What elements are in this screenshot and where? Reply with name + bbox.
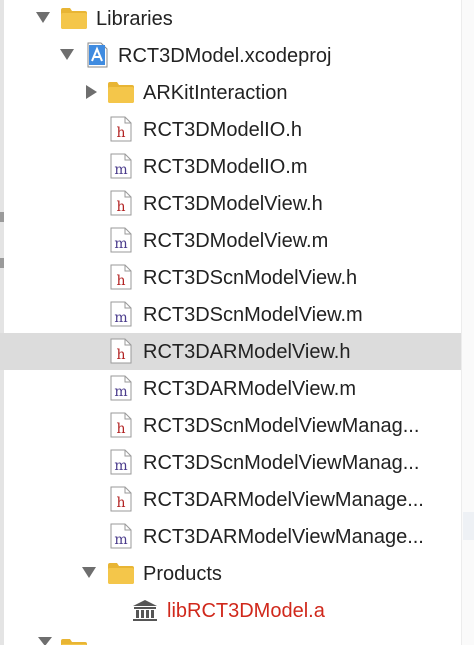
m-file-icon: m xyxy=(110,227,132,258)
h-file-icon: h xyxy=(110,116,132,147)
svg-text:m: m xyxy=(114,162,127,178)
tree-row-file[interactable]: m RCT3DScnModelView.m xyxy=(0,296,462,333)
tree-item-label: RCT3DARModelView.h xyxy=(143,341,351,363)
m-file-icon: m xyxy=(110,523,132,554)
tree-item-label: RCT3DModel.xcodeproj xyxy=(118,45,332,67)
disclosure-open-icon[interactable] xyxy=(36,12,50,23)
svg-text:m: m xyxy=(114,532,127,548)
disclosure-closed-icon xyxy=(38,637,52,645)
tree-row-file[interactable]: m RCT3DARModelViewManage... xyxy=(0,518,462,555)
tree-row-file[interactable]: h RCT3DScnModelViewManag... xyxy=(0,407,462,444)
h-file-icon: h xyxy=(110,264,132,295)
svg-text:h: h xyxy=(116,125,125,141)
svg-text:m: m xyxy=(114,236,127,252)
tree-row-rct3dmodel-xcodeproj[interactable]: RCT3DModel.xcodeproj xyxy=(0,37,462,74)
tree-row-libraries[interactable]: Libraries xyxy=(0,0,462,37)
svg-text:h: h xyxy=(116,421,125,437)
tree-item-label: RCT3DScnModelViewManag... xyxy=(143,415,420,437)
disclosure-open-icon[interactable] xyxy=(82,567,96,578)
tree-row-products[interactable]: Products xyxy=(0,555,462,592)
m-file-icon: m xyxy=(110,301,132,332)
tree-row-file-selected[interactable]: h RCT3DARModelView.h xyxy=(0,333,462,370)
tree-row-file[interactable]: h RCT3DModelView.h xyxy=(0,185,462,222)
tree-row-file[interactable]: m RCT3DARModelView.m xyxy=(0,370,462,407)
tree-item-label: RCT3DARModelView.m xyxy=(143,378,357,400)
xcodeproj-icon xyxy=(86,42,108,73)
tree-row-arkitinteraction[interactable]: ARKitInteraction xyxy=(0,74,462,111)
svg-text:h: h xyxy=(116,273,125,289)
m-file-icon: m xyxy=(110,449,132,480)
folder-icon xyxy=(107,561,135,590)
svg-text:m: m xyxy=(114,458,127,474)
disclosure-closed-icon[interactable] xyxy=(86,85,97,99)
svg-text:h: h xyxy=(116,495,125,511)
edge-tab xyxy=(463,512,474,540)
tree-item-label: RCT3DScnModelView.h xyxy=(143,267,358,289)
tree-item-label: RCT3DScnModelView.m xyxy=(143,304,363,326)
tree-row-file[interactable]: m RCT3DScnModelViewManag... xyxy=(0,444,462,481)
folder-icon xyxy=(107,80,135,109)
svg-text:h: h xyxy=(116,347,125,363)
svg-text:m: m xyxy=(114,384,127,400)
tree-item-label: libRCT3DModel.a xyxy=(167,600,325,622)
tree-item-label: ARKitInteraction xyxy=(143,82,288,104)
right-pane-edge xyxy=(461,0,474,645)
tree-item-label: RCT3DModelIO.h xyxy=(143,119,302,141)
library-icon xyxy=(131,598,159,627)
tree-item-label: Products xyxy=(143,563,222,585)
m-file-icon: m xyxy=(110,375,132,406)
tree-item-label: RCT3DScnModelViewManag... xyxy=(143,452,420,474)
tree-item-label: RCT3DARModelViewManage... xyxy=(143,526,424,548)
h-file-icon: h xyxy=(110,486,132,517)
tree-item-label: RCT3DARModelViewManage... xyxy=(143,489,424,511)
h-file-icon: h xyxy=(110,412,132,443)
h-file-icon: h xyxy=(110,338,132,369)
tree-row-file[interactable]: h RCT3DModelIO.h xyxy=(0,111,462,148)
folder-icon xyxy=(60,637,88,645)
svg-text:h: h xyxy=(116,199,125,215)
m-file-icon: m xyxy=(110,153,132,184)
project-navigator: Libraries RCT3DModel.xcodeproj ARKitInte… xyxy=(0,0,462,629)
tree-item-label: RCT3DModelView.h xyxy=(143,193,323,215)
folder-icon xyxy=(60,6,88,35)
tree-row-file[interactable]: m RCT3DModelView.m xyxy=(0,222,462,259)
tree-item-label: RCT3DModelView.m xyxy=(143,230,329,252)
tree-item-label: RCT3DModelIO.m xyxy=(143,156,308,178)
disclosure-open-icon[interactable] xyxy=(60,49,74,60)
tree-row-file[interactable]: h RCT3DARModelViewManage... xyxy=(0,481,462,518)
tree-row-file[interactable]: m RCT3DModelIO.m xyxy=(0,148,462,185)
tree-row-partial xyxy=(0,631,462,645)
tree-row-file[interactable]: h RCT3DScnModelView.h xyxy=(0,259,462,296)
tree-item-label: Libraries xyxy=(96,8,173,30)
svg-text:m: m xyxy=(114,310,127,326)
h-file-icon: h xyxy=(110,190,132,221)
tree-row-product[interactable]: libRCT3DModel.a xyxy=(0,592,462,629)
